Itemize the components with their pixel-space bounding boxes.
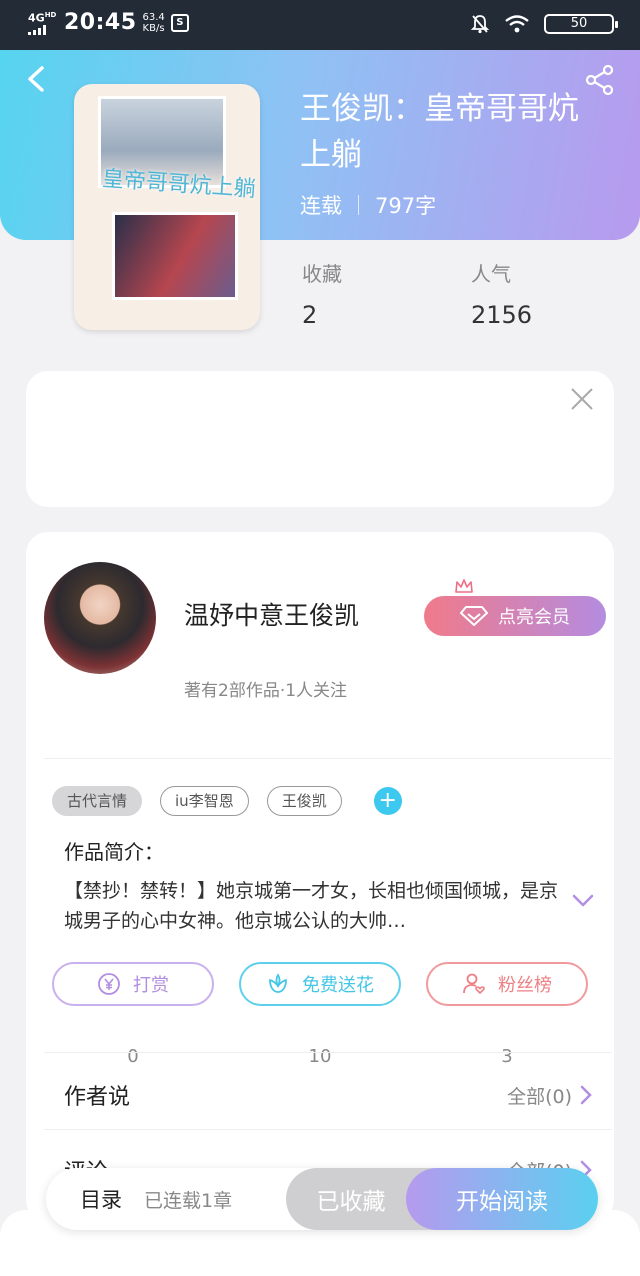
app-notification-icon: S: [170, 13, 189, 32]
author-notes-row[interactable]: 作者说 全部(0): [64, 1075, 592, 1115]
cover-photo-bottom: [112, 212, 238, 300]
author-avatar[interactable]: [44, 562, 156, 674]
network-speed: 63.4 KB/s: [142, 11, 165, 34]
status-bar: 4GHD 20:45 63.4 KB/s S 50: [0, 0, 640, 50]
stat-label: 收藏: [302, 262, 342, 286]
book-title: 王俊凯：皇帝哥哥炕上躺: [300, 91, 579, 173]
intro-label: 作品简介：: [64, 840, 164, 864]
divider: [44, 1129, 612, 1130]
reading-action-bar: 目录 已连载1章 已收藏 开始阅读: [46, 1168, 598, 1230]
fan-count: 3: [501, 1046, 513, 1067]
tip-label: 打赏: [133, 975, 169, 996]
crown-icon: [455, 579, 473, 593]
yen-coin-icon: [98, 973, 120, 995]
diamond-icon: [460, 606, 488, 626]
stat-value: 2156: [471, 301, 533, 329]
fan-rank-button[interactable]: 粉丝榜: [426, 962, 588, 1006]
flower-count: 10: [308, 1046, 332, 1067]
divider: [44, 1052, 612, 1053]
book-detail-card: 温妤中意王俊凯 点亮会员 著有2部作品·1人关注 古代言情 iu李智恩 王俊凯 …: [26, 532, 614, 1222]
chapter-status: 已连载1章: [144, 1189, 233, 1212]
send-flower-button[interactable]: 免费送花: [239, 962, 401, 1006]
mute-bell-icon: [470, 15, 490, 34]
close-icon[interactable]: [568, 385, 596, 413]
author-summary: 著有2部作品·1人关注: [184, 681, 348, 701]
vip-label: 点亮会员: [498, 607, 570, 628]
book-meta: 连载 797字: [300, 190, 436, 220]
meta-divider: [358, 195, 359, 215]
stat-label: 人气: [471, 262, 511, 286]
flower-label: 免费送花: [302, 975, 374, 996]
clock: 20:45: [64, 10, 137, 35]
fan-rank-label: 粉丝榜: [498, 975, 552, 996]
stat-value: 2: [302, 301, 318, 329]
activate-vip-button[interactable]: 点亮会员: [424, 596, 606, 636]
toc-button[interactable]: 目录 已连载1章: [80, 1168, 232, 1230]
chevron-down-icon[interactable]: [572, 894, 594, 908]
cover-title: 皇帝哥哥炕上躺: [101, 166, 257, 203]
tag-list: 古代言情 iu李智恩 王俊凯 +: [52, 786, 402, 816]
row-action[interactable]: 全部(0): [507, 1082, 592, 1109]
chevron-right-icon: [580, 1085, 592, 1105]
divider: [44, 758, 612, 759]
user-heart-icon: [463, 973, 485, 995]
intro-text: 【禁抄！禁转！】她京城第一才女，长相也倾国倾城，是京城男子的心中女神。他京城公认…: [64, 880, 559, 932]
serial-status: 连载: [300, 194, 342, 218]
word-count: 797字: [375, 194, 437, 218]
ad-card: [26, 371, 614, 507]
start-reading-button[interactable]: 开始阅读: [406, 1168, 598, 1230]
back-arrow-icon[interactable]: [22, 62, 52, 96]
book-cover[interactable]: 皇帝哥哥炕上躺: [74, 84, 260, 330]
stat-favorites: 收藏 2: [302, 258, 342, 329]
tag-chip[interactable]: iu李智恩: [160, 786, 249, 816]
tip-count: 0: [127, 1046, 139, 1067]
stat-popularity: 人气 2156: [471, 258, 532, 329]
author-name[interactable]: 温妤中意王俊凯: [184, 596, 359, 632]
row-label: 作者说: [64, 1085, 131, 1110]
tag-chip[interactable]: 王俊凯: [266, 786, 342, 816]
toc-label: 目录: [80, 1188, 122, 1212]
flower-icon: [269, 973, 287, 993]
wifi-icon: [505, 15, 529, 33]
tag-chip[interactable]: 古代言情: [52, 786, 143, 816]
tip-button[interactable]: 打赏: [52, 962, 214, 1006]
battery-indicator: 50: [544, 14, 618, 34]
signal-indicator: 4GHD: [28, 10, 58, 35]
add-tag-button[interactable]: +: [373, 787, 402, 815]
